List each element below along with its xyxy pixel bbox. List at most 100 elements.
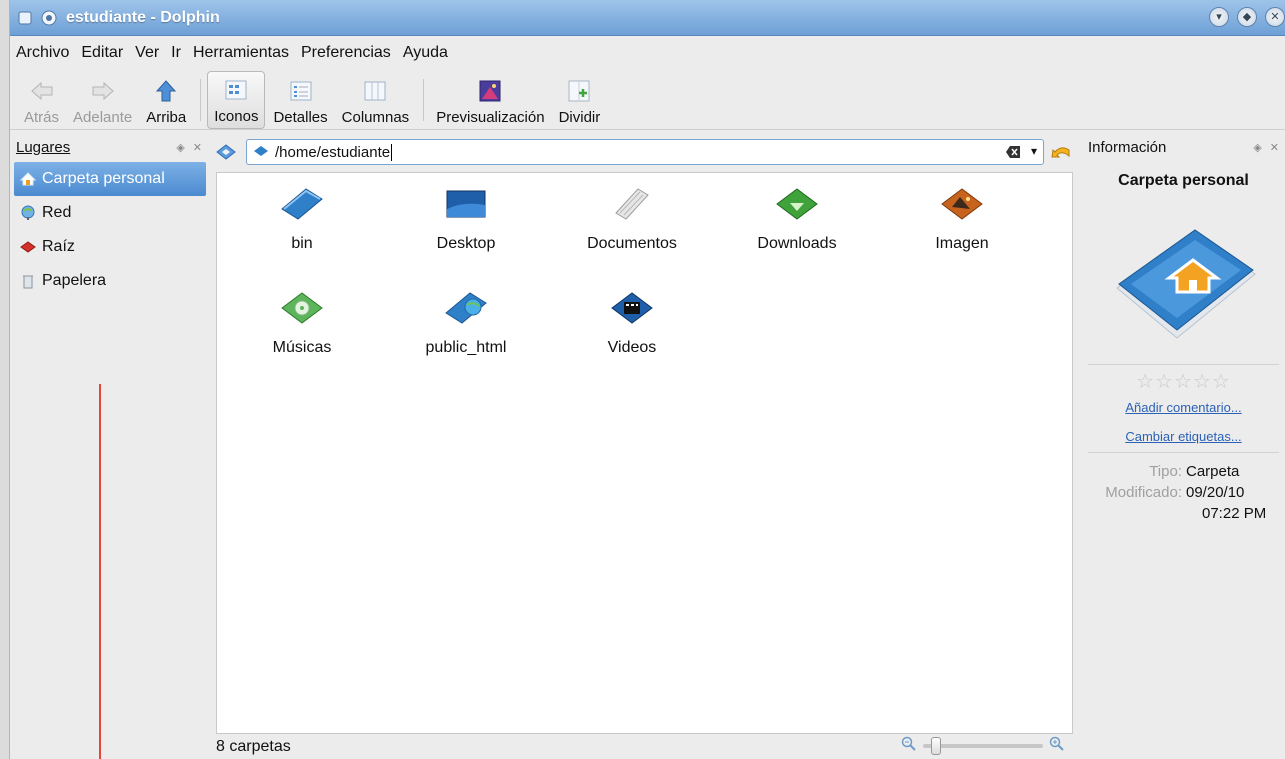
zoom-slider[interactable] [923, 737, 1043, 755]
icons-view-button[interactable]: Iconos [207, 71, 266, 129]
menu-ver[interactable]: Ver [135, 44, 159, 62]
zoom-slider-handle[interactable] [931, 737, 941, 755]
documents-folder-icon [609, 181, 655, 227]
place-label: Raíz [42, 238, 75, 255]
minimize-button[interactable]: ▾ [1209, 7, 1229, 27]
modified-label: Modificado: [1105, 484, 1182, 501]
place-papelera[interactable]: Papelera [14, 264, 206, 298]
menu-editar[interactable]: Editar [81, 44, 123, 62]
window-menu-icon[interactable] [16, 9, 34, 27]
menu-ayuda[interactable]: Ayuda [403, 44, 448, 62]
undo-location-icon[interactable] [1050, 141, 1072, 163]
folder-name: Músicas [272, 339, 332, 356]
places-panel-header: Lugares ◈ ✕ [10, 132, 210, 162]
back-button[interactable]: Atrás [18, 71, 65, 129]
forward-button[interactable]: Adelante [67, 71, 138, 129]
folder-item-public-html[interactable]: public_html [391, 285, 541, 357]
text-cursor [391, 143, 393, 161]
info-modified-row: Modificado: 09/20/10 [1082, 484, 1285, 501]
preview-button[interactable]: Previsualización [430, 71, 550, 129]
downloads-folder-icon [774, 181, 820, 227]
folder-name: Downloads [757, 235, 837, 252]
add-comment-link[interactable]: Añadir comentario... [1082, 400, 1285, 415]
columns-view-icon [363, 79, 387, 103]
desktop-folder-icon [443, 181, 489, 227]
location-dropdown-icon[interactable]: ▾ [1031, 144, 1037, 158]
window-title: estudiante - Dolphin [66, 8, 220, 26]
place-carpeta-personal[interactable]: Carpeta personal [14, 162, 206, 196]
folder-item-desktop[interactable]: Desktop [391, 181, 541, 253]
place-label: Carpeta personal [42, 170, 165, 187]
place-raiz[interactable]: Raíz [14, 230, 206, 264]
folder-item-imagen[interactable]: Imagen [887, 181, 1037, 253]
columns-view-button[interactable]: Columnas [336, 71, 416, 129]
title-bar[interactable]: estudiante - Dolphin ▾ ◆ ✕ [10, 0, 1285, 36]
panel-close-icon[interactable]: ✕ [1270, 141, 1279, 154]
rating-stars[interactable]: ☆☆☆☆☆ [1082, 369, 1285, 394]
details-view-label: Detalles [273, 109, 328, 126]
clear-location-icon[interactable] [1005, 145, 1021, 159]
panel-float-icon[interactable]: ◈ [176, 141, 184, 154]
arrow-right-icon [91, 79, 115, 103]
icons-view-icon [224, 78, 248, 102]
status-bar: 8 carpetas [216, 734, 1073, 759]
menu-archivo[interactable]: Archivo [16, 44, 69, 62]
main-toolbar: Atrás Adelante Arriba Iconos Detalles Co… [10, 70, 1285, 130]
home-folder-large-icon [1082, 226, 1285, 346]
music-folder-icon [279, 285, 325, 331]
editable-location-toggle-icon[interactable] [214, 140, 238, 164]
information-panel: Información ◈ ✕ Carpeta personal ☆☆☆☆☆ A… [1082, 132, 1285, 759]
change-tags-link[interactable]: Cambiar etiquetas... [1082, 429, 1285, 444]
arrow-up-icon [154, 79, 178, 103]
info-separator [1088, 364, 1279, 365]
home-icon [20, 171, 36, 187]
information-panel-header: Información ◈ ✕ [1082, 132, 1285, 162]
folder-item-documentos[interactable]: Documentos [557, 181, 707, 253]
info-item-name: Carpeta personal [1118, 172, 1249, 189]
place-label: Papelera [42, 272, 107, 289]
information-panel-title: Información [1088, 138, 1167, 156]
location-bar: /home/estudiante ▾ [214, 136, 1080, 168]
type-label: Tipo: [1149, 463, 1182, 480]
places-panel-title: Lugares [16, 138, 71, 156]
preview-label: Previsualización [436, 109, 545, 126]
folder-item-musicas[interactable]: Músicas [227, 285, 377, 357]
zoom-in-icon[interactable] [1049, 736, 1065, 756]
location-input[interactable]: /home/estudiante ▾ [246, 139, 1044, 165]
images-folder-icon [939, 181, 985, 227]
folder-name: Videos [607, 339, 657, 356]
zoom-out-icon[interactable] [901, 736, 917, 756]
red-annotation-line [99, 384, 101, 759]
close-button[interactable]: ✕ [1265, 7, 1285, 27]
icons-view-label: Iconos [214, 108, 259, 125]
places-list: Carpeta personal Red Raíz Papelera [10, 162, 210, 298]
info-separator [1088, 452, 1279, 453]
panel-close-icon[interactable]: ✕ [193, 141, 202, 154]
menu-ir[interactable]: Ir [171, 44, 181, 62]
window-left-edge [0, 0, 10, 759]
columns-view-label: Columnas [341, 109, 410, 126]
place-red[interactable]: Red [14, 196, 206, 230]
details-view-button[interactable]: Detalles [267, 71, 333, 129]
web-folder-icon [443, 285, 489, 331]
panel-float-icon[interactable]: ◈ [1253, 141, 1261, 154]
folder-item-bin[interactable]: bin [227, 181, 377, 253]
menu-herramientas[interactable]: Herramientas [193, 44, 289, 62]
info-modified-time-row: 07:22 PM [1082, 505, 1285, 522]
arrow-left-icon [30, 79, 54, 103]
menu-preferencias[interactable]: Preferencias [301, 44, 391, 62]
folder-item-downloads[interactable]: Downloads [722, 181, 872, 253]
up-button[interactable]: Arriba [140, 71, 192, 129]
forward-label: Adelante [73, 109, 133, 126]
toolbar-separator [200, 79, 202, 121]
maximize-button[interactable]: ◆ [1237, 7, 1257, 27]
file-view[interactable]: bin Desktop Documentos Downloads Imagen … [216, 172, 1073, 734]
folder-name: Imagen [935, 235, 989, 252]
location-path: /home/estudiante [275, 143, 391, 161]
info-type-row: Tipo: Carpeta [1082, 463, 1285, 480]
folder-item-videos[interactable]: Videos [557, 285, 707, 357]
split-view-icon [567, 79, 591, 103]
split-label: Dividir [558, 109, 601, 126]
split-button[interactable]: Dividir [553, 71, 607, 129]
menu-bar: Archivo Editar Ver Ir Herramientas Prefe… [10, 37, 1285, 69]
